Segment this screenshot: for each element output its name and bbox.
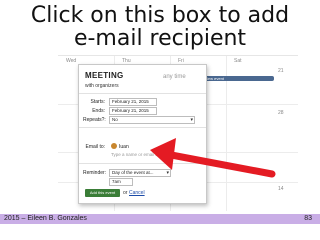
footer-credit: 2015 – Eileen B. Gonzales	[4, 215, 87, 222]
arrow-shaft	[162, 150, 276, 178]
footer-bar: 2015 – Eileen B. Gonzales 83	[0, 214, 320, 224]
slide-number: 83	[304, 215, 312, 222]
arrow-head	[150, 138, 176, 170]
pointer-arrow	[150, 138, 276, 178]
